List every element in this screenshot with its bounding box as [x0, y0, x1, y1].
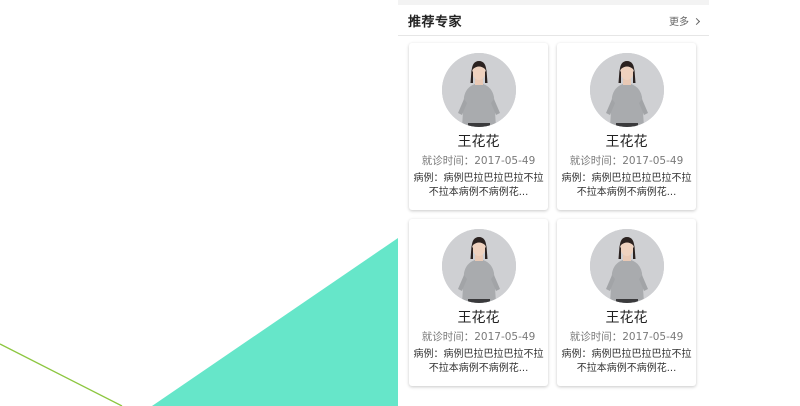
case-summary: 病例：病例巴拉巴拉巴拉不拉 不拉本病例不病例花...: [561, 348, 692, 376]
case-line: 不拉本病例不病例花...: [576, 187, 677, 198]
green-diagonal-line: [0, 343, 123, 406]
visit-time: 就诊时间：2017-05-49: [421, 155, 536, 167]
panel-body: 推荐专家 更多 王花花 就诊时间：2017-05-49 病例：病例巴拉巴拉巴拉不…: [398, 5, 709, 406]
expert-name: 王花花: [457, 310, 500, 326]
more-link[interactable]: 更多: [669, 13, 701, 28]
visit-time: 就诊时间：2017-05-49: [569, 331, 684, 343]
expert-avatar: [442, 53, 516, 127]
expert-card[interactable]: 王花花 就诊时间：2017-05-49 病例：病例巴拉巴拉巴拉不拉 不拉本病例不…: [409, 43, 548, 210]
teal-triangle-shape: [152, 238, 398, 406]
expert-avatar: [590, 53, 664, 127]
recommended-experts-panel: 推荐专家 更多 王花花 就诊时间：2017-05-49 病例：病例巴拉巴拉巴拉不…: [398, 0, 709, 406]
visit-time: 就诊时间：2017-05-49: [569, 155, 684, 167]
expert-card[interactable]: 王花花 就诊时间：2017-05-49 病例：病例巴拉巴拉巴拉不拉 不拉本病例不…: [557, 43, 696, 210]
case-line: 病例：病例巴拉巴拉巴拉不拉: [413, 349, 544, 360]
person-photo-icon: [442, 53, 516, 127]
person-photo-icon: [442, 229, 516, 303]
chevron-right-icon: [692, 17, 701, 25]
case-line: 不拉本病例不病例花...: [428, 363, 529, 374]
expert-avatar: [590, 229, 664, 303]
expert-card[interactable]: 王花花 就诊时间：2017-05-49 病例：病例巴拉巴拉巴拉不拉 不拉本病例不…: [409, 219, 548, 386]
expert-name: 王花花: [605, 134, 648, 150]
case-line: 不拉本病例不病例花...: [576, 363, 677, 374]
case-summary: 病例：病例巴拉巴拉巴拉不拉 不拉本病例不病例花...: [413, 348, 544, 376]
expert-name: 王花花: [605, 310, 648, 326]
more-label: 更多: [669, 17, 689, 28]
panel-title: 推荐专家: [408, 15, 463, 30]
case-line: 病例：病例巴拉巴拉巴拉不拉: [561, 173, 692, 184]
case-line: 病例：病例巴拉巴拉巴拉不拉: [561, 349, 692, 360]
case-summary: 病例：病例巴拉巴拉巴拉不拉 不拉本病例不病例花...: [561, 172, 692, 200]
expert-name: 王花花: [457, 134, 500, 150]
person-photo-icon: [590, 53, 664, 127]
case-line: 不拉本病例不病例花...: [428, 187, 529, 198]
expert-avatar: [442, 229, 516, 303]
visit-time: 就诊时间：2017-05-49: [421, 331, 536, 343]
person-photo-icon: [590, 229, 664, 303]
case-summary: 病例：病例巴拉巴拉巴拉不拉 不拉本病例不病例花...: [413, 172, 544, 200]
expert-card[interactable]: 王花花 就诊时间：2017-05-49 病例：病例巴拉巴拉巴拉不拉 不拉本病例不…: [557, 219, 696, 386]
panel-header: 推荐专家 更多: [398, 5, 709, 36]
case-line: 病例：病例巴拉巴拉巴拉不拉: [413, 173, 544, 184]
